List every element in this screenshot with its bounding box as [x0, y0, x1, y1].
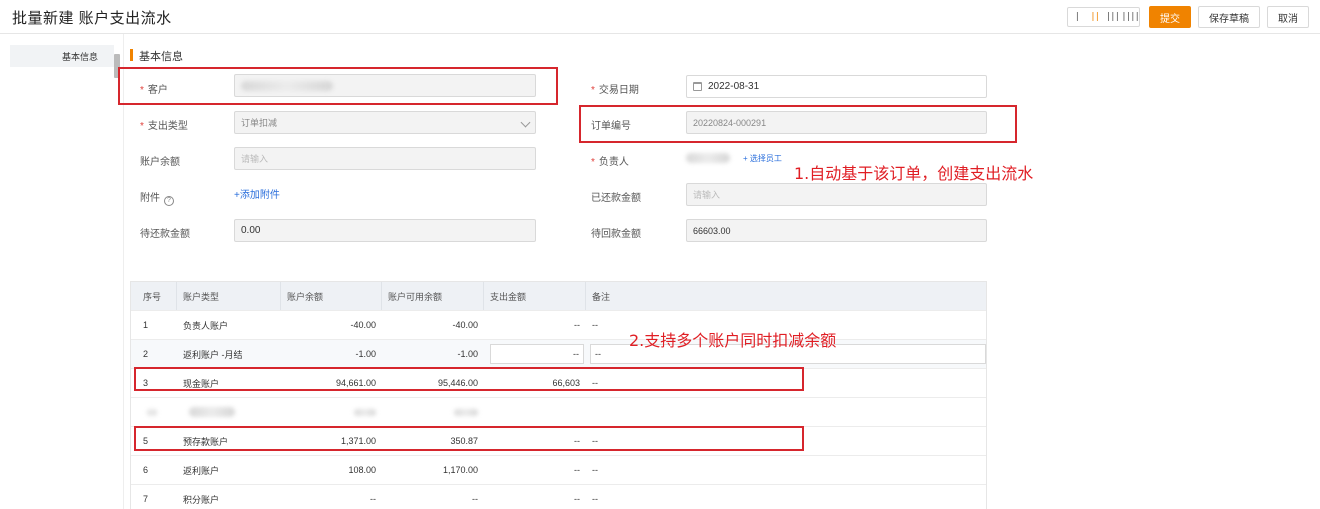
sidebar-item-basic-info[interactable]: 基本信息	[10, 45, 114, 67]
page-title: 批量新建 账户支出流水	[12, 10, 172, 27]
annotation-note-auto-create: 1.自动基于该订单，创建支出流水	[794, 164, 1034, 183]
account-balance-field[interactable]: 请输入	[234, 147, 536, 170]
row-remark[interactable]: --	[586, 485, 986, 509]
row-no: 1	[143, 320, 149, 330]
row-balance: --	[370, 494, 376, 504]
calendar-icon	[693, 82, 702, 91]
required-mark: *	[591, 85, 595, 96]
row-available: -40.00	[452, 320, 478, 330]
pending-receive-label: 待回款金额	[591, 229, 641, 240]
col-balance: 账户余额	[281, 282, 382, 310]
row-expense[interactable]: --	[484, 311, 586, 339]
cancel-button[interactable]: 取消	[1267, 6, 1309, 28]
row-balance: -40.00	[350, 320, 376, 330]
row-expense[interactable]: --	[484, 456, 586, 484]
table-row: 7 积分账户 -- -- -- --	[131, 484, 986, 509]
add-attachment-link[interactable]: +添加附件	[234, 186, 280, 201]
submit-button[interactable]: 提交	[1149, 6, 1191, 28]
layout-2-col-option[interactable]: ||	[1086, 8, 1104, 26]
row-account-type: 积分账户	[183, 494, 220, 505]
row-no: 7	[143, 494, 149, 504]
row-no: 6	[143, 465, 149, 475]
account-table: 序号 账户类型 账户余额 账户可用余额 支出金额 备注 1 负责人账户 -40.…	[130, 281, 987, 509]
pending-receive-value: 66603.00	[693, 225, 731, 236]
col-no: 序号	[131, 282, 177, 310]
expense-type-select[interactable]: 订单扣减	[234, 111, 536, 134]
row-available-redacted	[382, 398, 484, 426]
required-mark: *	[140, 121, 144, 132]
trade-date-value: 2022-08-31	[708, 81, 760, 92]
expense-type-value: 订单扣减	[241, 118, 278, 128]
layout-1-col-option[interactable]: |	[1068, 8, 1086, 26]
row-available: -1.00	[457, 349, 478, 359]
table-header: 序号 账户类型 账户余额 账户可用余额 支出金额 备注	[131, 282, 986, 310]
help-icon[interactable]: ?	[164, 196, 174, 206]
row-account-type: 返利账户 -月结	[183, 349, 243, 360]
save-draft-button[interactable]: 保存草稿	[1198, 6, 1260, 28]
col-remark: 备注	[592, 291, 611, 302]
annotation-box-customer	[118, 67, 558, 105]
annotation-box-cash-account	[134, 367, 804, 391]
account-balance-placeholder: 请输入	[241, 154, 269, 164]
owner-label: * 负责人	[591, 153, 629, 168]
select-employee-link[interactable]: + 选择员工	[743, 153, 782, 164]
col-expense: 支出金额	[484, 282, 586, 310]
trade-date-label-text: 交易日期	[598, 85, 639, 96]
row-balance: 108.00	[348, 465, 376, 475]
page-header: 批量新建 账户支出流水 | || ||| |||| 提交 保存草稿 取消	[0, 0, 1320, 34]
table-row: 1 负责人账户 -40.00 -40.00 -- --	[131, 310, 986, 339]
expense-type-label: * 支出类型	[140, 117, 188, 132]
annotation-box-prepaid-account	[134, 426, 804, 451]
annotation-box-order-no	[579, 105, 1017, 143]
row-expense-input[interactable]: --	[490, 344, 584, 364]
table-row-redacted	[131, 397, 986, 426]
chevron-down-icon	[520, 117, 531, 128]
owner-value	[686, 148, 736, 168]
col-account-type: 账户类型	[177, 282, 281, 310]
repaid-amount-field[interactable]: 请输入	[686, 183, 987, 206]
row-balance: -1.00	[355, 349, 376, 359]
section-title: 基本信息	[130, 48, 183, 64]
account-balance-label: 账户余额	[140, 157, 180, 168]
layout-switch[interactable]: | || ||| ||||	[1067, 7, 1140, 27]
row-account-type-redacted	[183, 398, 281, 426]
row-balance-redacted	[281, 398, 382, 426]
layout-3-col-option[interactable]: |||	[1104, 8, 1122, 26]
pending-repay-label: 待还款金额	[140, 229, 190, 240]
table-row: 6 返利账户 108.00 1,170.00 -- --	[131, 455, 986, 484]
expense-type-label-text: 支出类型	[147, 121, 188, 132]
row-no-redacted	[141, 398, 177, 426]
row-expense[interactable]: --	[484, 485, 586, 509]
trade-date-field[interactable]: 2022-08-31	[686, 75, 987, 98]
trade-date-label: * 交易日期	[591, 81, 639, 96]
row-account-type: 返利账户	[183, 465, 220, 476]
layout-4-col-option[interactable]: ||||	[1121, 8, 1140, 26]
row-no: 2	[143, 349, 149, 359]
sidebar: 基本信息	[0, 34, 124, 509]
repaid-amount-label: 已还款金额	[591, 193, 641, 204]
attachment-label-text: 附件	[140, 193, 160, 204]
required-mark: *	[591, 157, 595, 168]
owner-label-text: 负责人	[598, 157, 629, 168]
row-available: --	[472, 494, 478, 504]
attachment-label: 附件?	[140, 189, 174, 206]
row-remark[interactable]: --	[586, 456, 986, 484]
pending-repay-value: 0.00	[241, 225, 261, 236]
row-account-type: 负责人账户	[183, 320, 229, 331]
annotation-note-multi-account: 2.支持多个账户同时扣减余额	[629, 331, 837, 350]
table-row: 2 返利账户 -月结 -1.00 -1.00 -- --	[131, 339, 986, 368]
row-available: 1,170.00	[442, 465, 478, 475]
col-available: 账户可用余额	[382, 282, 484, 310]
pending-repay-field[interactable]: 0.00	[234, 219, 536, 242]
owner-value-redacted	[686, 153, 730, 163]
repaid-amount-placeholder: 请输入	[693, 190, 721, 200]
pending-receive-field[interactable]: 66603.00	[686, 219, 987, 242]
